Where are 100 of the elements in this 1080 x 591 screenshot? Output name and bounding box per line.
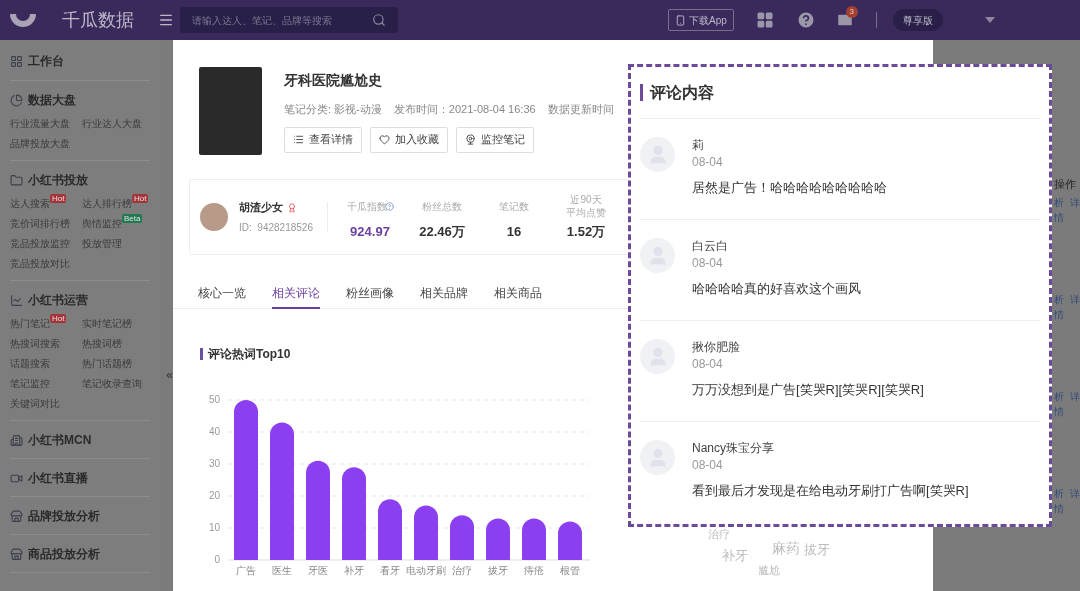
mail-icon[interactable] [835,11,854,29]
sidebar-item[interactable]: 热搜词榜 [82,336,122,351]
sidebar-section-title[interactable]: 小红书投放 [28,171,88,189]
publish-time: 发布时间：2021-08-04 16:36 [393,102,536,117]
caret-icon[interactable] [984,17,995,23]
search-icon[interactable] [372,12,386,27]
pie-chart-icon [10,93,23,107]
tab[interactable]: 相关商品 [494,279,542,309]
x-tick-label: 牙医 [308,565,328,576]
badge: Beta [122,214,143,223]
author-id: ID: 9428218526 [239,220,314,235]
stat-label: 千瓜指数 [346,199,387,213]
sidebar-section-title[interactable]: 工作台 [28,52,64,70]
grid-icon [10,54,23,68]
badge: Hot [50,314,67,323]
table-link[interactable]: 详 [1070,485,1080,501]
action-button[interactable]: 监控笔记 [456,126,534,153]
sidebar-item[interactable]: 关键词对比 [10,396,60,411]
collapse-toggle[interactable]: « [166,366,173,384]
table-link[interactable]: 情 [1054,306,1080,322]
webcam-icon [465,134,476,145]
table-link[interactable]: 析 [1054,388,1064,404]
phone-icon [675,14,686,26]
list-icon [293,134,304,145]
y-tick-label: 20 [208,490,220,501]
table-link[interactable]: 析 [1054,485,1064,501]
table-link[interactable]: 情 [1054,403,1080,419]
store-icon [10,547,23,561]
bar [414,505,438,560]
commenter-name: 白云白 [692,238,729,254]
comment-text: 哈哈哈哈真的好喜欢这个画风 [692,280,861,298]
word-cloud-word: 尴尬 [758,563,780,578]
table-link[interactable]: 情 [1054,500,1080,516]
sidebar-item[interactable]: 热搜词搜索 [10,336,60,351]
x-tick-label: 广告 [236,565,256,576]
note-title: 牙科医院尴尬史 [284,71,383,90]
y-tick-label: 50 [208,394,220,405]
stat-value: 1.52万 [566,223,606,242]
x-tick-label: 拔牙 [488,565,508,576]
badge: Hot [50,194,67,203]
sidebar-section-title[interactable]: 商品投放分析 [28,545,100,563]
badge: Hot [132,194,149,203]
heart-icon [379,134,390,145]
word-cloud-word: 补牙 [722,547,748,565]
x-tick-label: 痔疮 [524,565,544,576]
tab[interactable]: 相关评论 [272,279,320,309]
word-cloud-word: 拔牙 [804,541,830,559]
table-link[interactable]: 详 [1070,388,1080,404]
column-header: 操作 [1054,177,1077,192]
bar [486,518,510,560]
plan-button[interactable]: 尊享版 [892,9,943,31]
table-link[interactable]: 析 [1054,194,1064,210]
x-tick-label: 电动牙刷 [406,565,446,576]
x-tick-label: 医生 [272,565,292,576]
stat-value: 22.46万 [419,223,465,242]
download-app-button[interactable]: 下载App [668,9,734,31]
stat-label: 笔记数 [498,199,530,213]
tab[interactable]: 粉丝画像 [346,279,394,309]
action-button[interactable]: 查看详情 [284,126,362,153]
comment-date: 08-04 [692,255,724,271]
notification-count: 3 [845,6,858,18]
stat-value: 16 [506,223,522,242]
word-cloud-word: 治疗 [708,527,730,542]
help-icon[interactable] [795,10,816,30]
author-avatar [200,203,228,231]
panel-title: 评论内容 [650,82,714,103]
menu-icon[interactable] [158,12,174,28]
sidebar-section-title[interactable]: 数据大盘 [28,91,76,109]
x-tick-label: 看牙 [380,565,400,576]
sidebar-section-title[interactable]: 小红书MCN [28,431,92,449]
tab[interactable]: 核心一览 [198,279,246,309]
grid-icon[interactable] [755,11,774,29]
sidebar-section-title[interactable]: 小红书直播 [28,469,88,487]
store-icon [10,509,23,523]
sidebar-section-title[interactable]: 小红书运营 [28,291,88,309]
section-title: 评论热词Top10 [208,346,291,363]
bar [450,515,474,560]
bar [558,521,582,560]
table-link[interactable]: 析 [1054,291,1064,307]
comment-date: 08-04 [692,356,724,372]
sidebar-item[interactable]: 笔记监控 [10,376,50,391]
table-link[interactable]: 详 [1070,194,1080,210]
award-icon [287,202,297,213]
comment-date: 08-04 [692,154,724,170]
search-field[interactable]: 请输入达人、笔记、品牌等搜索 [180,7,398,34]
x-tick-label: 补牙 [344,565,364,576]
commenter-name: 揪你肥脸 [692,339,741,355]
y-tick-label: 30 [208,458,220,469]
action-button[interactable]: 加入收藏 [370,126,448,153]
tab[interactable]: 相关品牌 [420,279,468,309]
y-tick-label: 40 [208,426,220,437]
table-link[interactable]: 情 [1054,209,1080,225]
sidebar-section-title[interactable]: 品牌投放分析 [28,507,100,525]
sidebar-item[interactable]: 话题搜索 [10,356,50,371]
comment-date: 08-04 [692,457,724,473]
y-tick-label: 10 [208,522,220,533]
table-link[interactable]: 详 [1070,291,1080,307]
bar [522,518,546,560]
sidebar-item[interactable]: 投放管理 [82,236,122,251]
comment-text: 居然是广告！哈哈哈哈哈哈哈哈哈 [692,179,887,197]
